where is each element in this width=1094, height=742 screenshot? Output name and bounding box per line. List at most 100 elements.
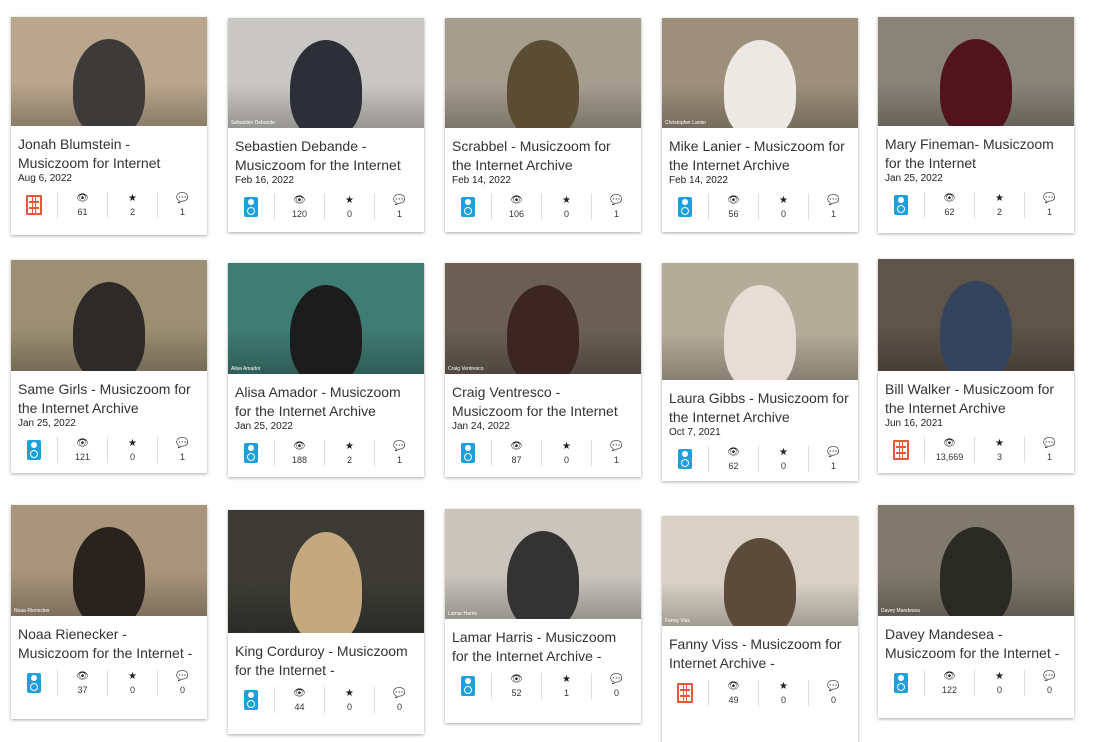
- item-thumbnail[interactable]: [445, 18, 641, 128]
- comment-icon: 💬: [393, 441, 406, 452]
- item-thumbnail[interactable]: Fanny Viss: [662, 516, 858, 626]
- item-card[interactable]: Noaa Rienecker Noaa Rienecker - Musiczoo…: [11, 505, 207, 719]
- item-thumbnail[interactable]: [878, 17, 1074, 126]
- item-card[interactable]: Davey Mandesea Davey Mandesea - Musiczoo…: [878, 505, 1074, 718]
- favorites-count: 2: [346, 455, 352, 465]
- eye-icon: 👁: [76, 193, 89, 204]
- eye-icon: 👁: [76, 438, 89, 449]
- item-stats: 👁 188 ★ 2 💬 1: [228, 438, 424, 468]
- item-card[interactable]: King Corduroy - Musiczoom for the Intern…: [228, 510, 424, 734]
- item-stats: 👁 122 ★ 0 💬 0: [878, 668, 1074, 698]
- star-icon: ★: [995, 438, 1004, 449]
- item-title[interactable]: Bill Walker - Musiczoom for the Internet…: [878, 380, 1074, 417]
- star-icon: ★: [345, 688, 354, 699]
- reviews-stat: 💬 0: [808, 680, 858, 706]
- item-thumbnail[interactable]: Craig Ventresco: [445, 263, 641, 374]
- item-stats: 👁 121 ★ 0 💬 1: [11, 435, 207, 465]
- reviews-count: 0: [613, 688, 619, 698]
- item-card[interactable]: Fanny Viss Fanny Viss - Musiczoom for In…: [662, 516, 858, 742]
- item-thumbnail[interactable]: Lamar Harris: [445, 509, 641, 619]
- item-title[interactable]: Mary Fineman- Musiczoom for the Internet: [878, 135, 1074, 172]
- comment-icon: 💬: [176, 671, 189, 682]
- reviews-stat: 💬 1: [157, 192, 207, 218]
- comment-icon: 💬: [827, 195, 840, 206]
- reviews-stat: 💬 1: [808, 194, 858, 220]
- eye-icon: 👁: [943, 438, 956, 449]
- item-thumbnail[interactable]: Davey Mandesea: [878, 505, 1074, 616]
- reviews-stat: 💬 1: [591, 194, 641, 220]
- item-thumbnail[interactable]: [662, 263, 858, 380]
- eye-icon: 👁: [293, 195, 306, 206]
- item-title[interactable]: Fanny Viss - Musiczoom for Internet Arch…: [662, 635, 858, 672]
- item-card[interactable]: Alisa Amador Alisa Amador - Musiczoom fo…: [228, 263, 424, 477]
- item-thumbnail[interactable]: Sebastien Debande: [228, 18, 424, 128]
- item-title[interactable]: Same Girls - Musiczoom for the Internet …: [11, 380, 207, 417]
- comment-icon: 💬: [1043, 438, 1056, 449]
- performer-figure: [724, 40, 796, 128]
- star-icon: ★: [562, 441, 571, 452]
- item-stats: 👁 56 ★ 0 💬 1: [662, 192, 858, 222]
- item-card[interactable]: Scrabbel - Musiczoom for the Internet Ar…: [445, 18, 641, 232]
- reviews-count: 1: [179, 207, 185, 217]
- eye-icon: 👁: [510, 195, 523, 206]
- item-thumbnail[interactable]: [11, 260, 207, 371]
- item-thumbnail[interactable]: [11, 17, 207, 126]
- media-type: [662, 680, 708, 706]
- item-title[interactable]: Lamar Harris - Musiczoom for the Interne…: [445, 628, 641, 665]
- favorites-stat: ★ 3: [974, 437, 1024, 463]
- thumbnail-caption: Craig Ventresco: [448, 366, 484, 372]
- item-card[interactable]: Lamar Harris Lamar Harris - Musiczoom fo…: [445, 509, 641, 723]
- item-thumbnail[interactable]: Christopher Lanier: [662, 18, 858, 128]
- star-icon: ★: [562, 195, 571, 206]
- item-stats: 👁 87 ★ 0 💬 1: [445, 438, 641, 468]
- eye-icon: 👁: [293, 441, 306, 452]
- item-stats: 👁 61 ★ 2 💬 1: [11, 190, 207, 220]
- item-stats: 👁 37 ★ 0 💬 0: [11, 668, 207, 698]
- comment-icon: 💬: [393, 688, 406, 699]
- reviews-stat: 💬 0: [1024, 670, 1074, 696]
- performer-figure: [73, 527, 145, 616]
- item-card[interactable]: Same Girls - Musiczoom for the Internet …: [11, 260, 207, 473]
- item-card[interactable]: Christopher Lanier Mike Lanier - Musiczo…: [662, 18, 858, 232]
- reviews-stat: 💬 1: [1024, 192, 1074, 218]
- item-title[interactable]: Laura Gibbs - Musiczoom for the Internet…: [662, 389, 858, 426]
- item-title[interactable]: Sebastien Debande - Musiczoom for the In…: [228, 137, 424, 174]
- item-title[interactable]: Noaa Rienecker - Musiczoom for the Inter…: [11, 625, 207, 662]
- item-card[interactable]: Bill Walker - Musiczoom for the Internet…: [878, 259, 1074, 473]
- reviews-count: 1: [613, 209, 619, 219]
- favorites-count: 0: [346, 209, 352, 219]
- reviews-count: 1: [1046, 452, 1052, 462]
- item-thumbnail[interactable]: [228, 510, 424, 633]
- item-thumbnail[interactable]: Alisa Amador: [228, 263, 424, 374]
- item-title[interactable]: Mike Lanier - Musiczoom for the Internet…: [662, 137, 858, 174]
- reviews-stat: 💬 1: [374, 440, 424, 466]
- performer-figure: [73, 282, 145, 371]
- item-thumbnail[interactable]: Noaa Rienecker: [11, 505, 207, 616]
- item-title[interactable]: Scrabbel - Musiczoom for the Internet Ar…: [445, 137, 641, 174]
- item-card[interactable]: Laura Gibbs - Musiczoom for the Internet…: [662, 263, 858, 481]
- performer-figure: [73, 39, 145, 126]
- item-card[interactable]: Mary Fineman- Musiczoom for the Internet…: [878, 17, 1074, 233]
- item-stats: 👁 49 ★ 0 💬 0: [662, 678, 858, 708]
- item-card[interactable]: Jonah Blumstein - Musiczoom for Internet…: [11, 17, 207, 235]
- item-card[interactable]: Sebastien Debande Sebastien Debande - Mu…: [228, 18, 424, 232]
- favorites-count: 0: [129, 685, 135, 695]
- comment-icon: 💬: [1043, 193, 1056, 204]
- item-title[interactable]: Craig Ventresco - Musiczoom for the Inte…: [445, 383, 641, 420]
- reviews-count: 1: [179, 452, 185, 462]
- reviews-count: 0: [830, 695, 836, 705]
- comment-icon: 💬: [610, 441, 623, 452]
- item-title[interactable]: Jonah Blumstein - Musiczoom for Internet: [11, 135, 207, 172]
- views-count: 37: [77, 685, 88, 695]
- eye-icon: 👁: [943, 193, 956, 204]
- item-title[interactable]: Davey Mandesea - Musiczoom for the Inter…: [878, 625, 1074, 662]
- views-stat: 👁 87: [491, 440, 541, 466]
- performer-figure: [507, 285, 579, 374]
- views-count: 62: [944, 207, 955, 217]
- item-title[interactable]: King Corduroy - Musiczoom for the Intern…: [228, 642, 424, 679]
- views-stat: 👁 56: [708, 194, 758, 220]
- item-thumbnail[interactable]: [878, 259, 1074, 371]
- item-card[interactable]: Craig Ventresco Craig Ventresco - Musicz…: [445, 263, 641, 477]
- item-stats: 👁 13,669 ★ 3 💬 1: [878, 435, 1074, 465]
- item-title[interactable]: Alisa Amador - Musiczoom for the Interne…: [228, 383, 424, 420]
